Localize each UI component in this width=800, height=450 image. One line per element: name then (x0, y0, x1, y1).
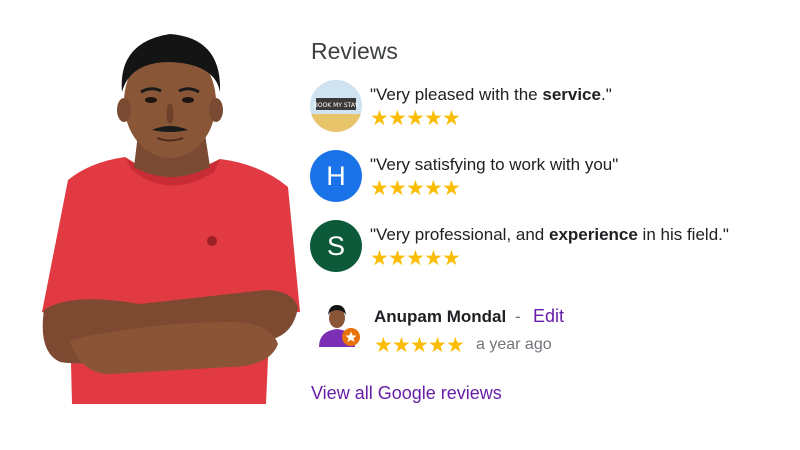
own-review: Anupam Mondal - Edit ★★★★★ a year ago (310, 295, 790, 373)
star-icon: ★ (388, 177, 407, 200)
reviewer-avatar: S (310, 220, 362, 272)
star-icon: ★ (370, 247, 389, 270)
star-icon: ★ (374, 334, 393, 357)
reviews-panel: Reviews BOOK MY STAY "Very pleased with … (310, 36, 790, 373)
star-icon: ★ (446, 334, 465, 357)
star-icon: ★ (410, 334, 429, 357)
star-icon: ★ (424, 177, 443, 200)
reviews-title: Reviews (311, 38, 398, 64)
star-icon: ★ (392, 334, 411, 357)
review-item: BOOK MY STAY "Very pleased with the serv… (310, 80, 790, 150)
star-icon: ★ (370, 177, 389, 200)
review-text: "Very pleased with the service." (370, 85, 612, 104)
review-item: H "Very satisfying to work with you" ★★★… (310, 150, 790, 220)
reviewer-avatar: H (310, 150, 362, 202)
reviewer-avatar: BOOK MY STAY (310, 80, 362, 132)
star-icon: ★ (442, 247, 461, 270)
star-icon: ★ (428, 334, 447, 357)
star-icon: ★ (424, 247, 443, 270)
star-icon: ★ (406, 177, 425, 200)
star-icon: ★ (442, 177, 461, 200)
star-icon: ★ (370, 107, 389, 130)
star-rating: ★★★★★ (370, 107, 461, 130)
page: Reviews BOOK MY STAY "Very pleased with … (0, 0, 800, 450)
star-icon: ★ (424, 107, 443, 130)
review-item: S "Very professional, and experience in … (310, 220, 790, 290)
star-rating: ★★★★★ (370, 177, 461, 200)
user-avatar (319, 305, 360, 347)
book-my-stay-logo-icon: BOOK MY STAY (310, 80, 362, 132)
avatar-logo-text: BOOK MY STAY (314, 102, 359, 109)
view-all-reviews-link[interactable]: View all Google reviews (311, 383, 502, 404)
star-icon: ★ (406, 247, 425, 270)
star-rating: ★★★★★ (370, 247, 461, 270)
star-icon: ★ (406, 107, 425, 130)
star-rating: ★★★★★ (374, 334, 465, 357)
person-photo (42, 34, 300, 404)
separator: - (515, 307, 521, 326)
star-icon: ★ (388, 247, 407, 270)
edit-review-link[interactable]: Edit (533, 306, 564, 327)
star-icon: ★ (442, 107, 461, 130)
reviewer-name: Anupam Mondal (374, 307, 507, 326)
review-text: "Very satisfying to work with you" (370, 155, 619, 174)
star-icon: ★ (388, 107, 407, 130)
review-text: "Very professional, and experience in hi… (370, 225, 729, 244)
review-timestamp: a year ago (476, 336, 552, 353)
